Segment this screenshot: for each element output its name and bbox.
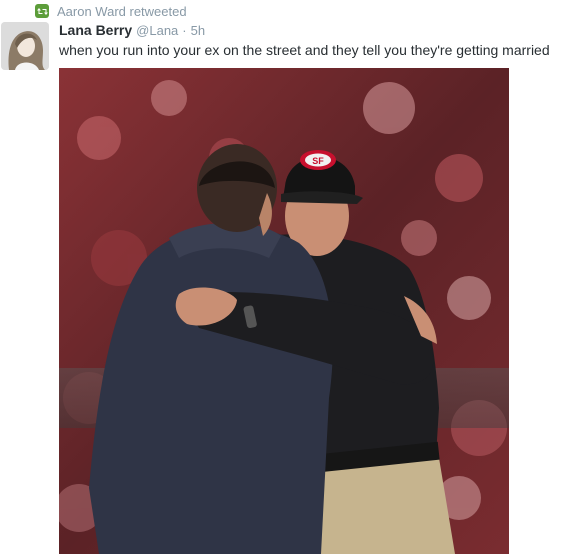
display-name[interactable]: Lana Berry: [59, 22, 132, 38]
tweet-header: Lana Berry @Lana · 5h: [59, 22, 205, 40]
retweet-context: Aaron Ward retweeted: [35, 3, 187, 19]
tweet-text: when you run into your ex on the street …: [59, 42, 550, 58]
tweet-photo[interactable]: SF: [59, 68, 509, 554]
tweet-timestamp[interactable]: 5h: [191, 23, 205, 38]
avatar[interactable]: [1, 22, 49, 70]
separator-dot: ·: [182, 23, 187, 38]
retweet-icon: [35, 4, 49, 18]
user-handle[interactable]: @Lana: [136, 23, 178, 38]
retweet-label[interactable]: Aaron Ward retweeted: [57, 4, 187, 19]
cap-logo-text: SF: [312, 156, 324, 166]
